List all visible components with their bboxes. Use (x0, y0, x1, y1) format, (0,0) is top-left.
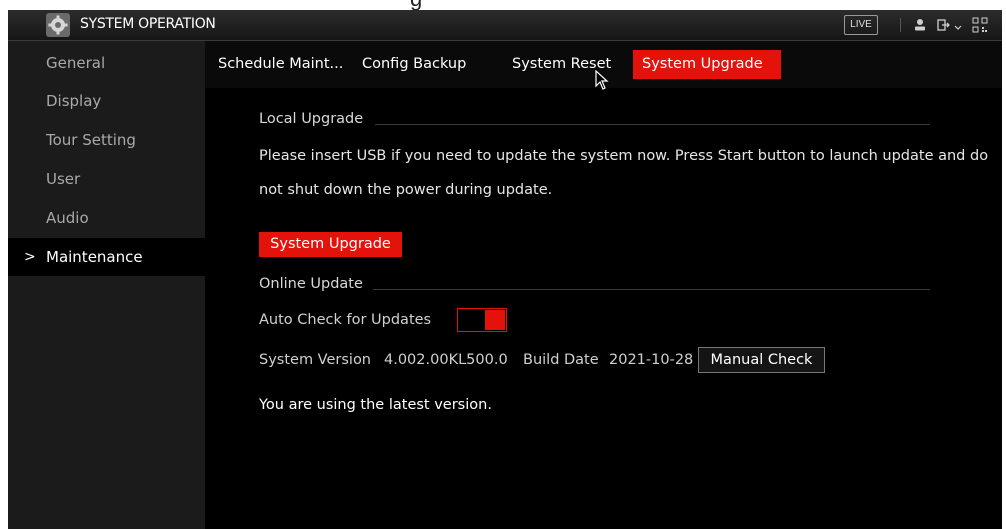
build-date-value: 2021-10-28 (609, 352, 694, 368)
manual-check-button[interactable]: Manual Check (698, 347, 825, 373)
sidebar-item-label: Tour Setting (46, 131, 136, 149)
window-title: SYSTEM OPERATION (80, 16, 216, 32)
auto-check-label: Auto Check for Updates (259, 312, 432, 328)
sidebar-item-maintenance[interactable]: > Maintenance (8, 238, 205, 276)
sidebar: General Display Tour Setting User Audio … (8, 41, 205, 529)
tab-system-upgrade[interactable]: System Upgrade (633, 50, 781, 79)
tab-config-backup[interactable]: Config Backup (353, 50, 475, 79)
auto-check-toggle[interactable] (457, 308, 507, 332)
system-upgrade-button[interactable]: System Upgrade (259, 232, 402, 257)
sidebar-item-label: User (46, 170, 81, 188)
live-button[interactable]: LIVE (844, 15, 878, 35)
system-upgrade-panel: Local Upgrade Please insert USB if you n… (205, 88, 1002, 529)
sidebar-item-label: General (46, 54, 106, 72)
section-divider (375, 124, 930, 125)
update-status-message: You are using the latest version. (259, 397, 492, 413)
local-upgrade-instructions-line-2: not shut down the power during update. (259, 182, 553, 198)
logout-icon[interactable] (936, 17, 952, 33)
build-date-label: Build Date (523, 352, 599, 368)
qr-code-icon[interactable] (972, 17, 988, 33)
local-upgrade-heading: Local Upgrade (259, 111, 364, 127)
tab-schedule-maintenance[interactable]: Schedule Maint... (209, 50, 352, 79)
chevron-down-icon[interactable] (954, 17, 962, 33)
sidebar-item-label: Display (46, 92, 102, 110)
sidebar-item-audio[interactable]: Audio (8, 199, 205, 237)
sidebar-item-label: Maintenance (46, 248, 143, 266)
local-upgrade-instructions-line-1: Please insert USB if you need to update … (259, 148, 989, 164)
sidebar-item-tour-setting[interactable]: Tour Setting (8, 121, 205, 159)
system-version-label: System Version (259, 352, 371, 368)
online-update-heading: Online Update (259, 276, 363, 292)
toggle-knob (485, 310, 505, 330)
mouse-cursor-icon (595, 70, 609, 90)
user-icon[interactable] (912, 17, 928, 33)
sidebar-item-general[interactable]: General (8, 44, 205, 82)
sidebar-item-display[interactable]: Display (8, 82, 205, 120)
toolbar-divider (900, 18, 901, 32)
gear-icon (46, 13, 70, 37)
chevron-right-icon: > (24, 249, 36, 265)
system-version-value: 4.002.00KL500.0 (384, 352, 508, 368)
section-divider (373, 289, 930, 290)
sidebar-item-user[interactable]: User (8, 160, 205, 198)
title-bar: SYSTEM OPERATION LIVE (8, 10, 1002, 41)
sidebar-item-label: Audio (46, 209, 89, 227)
system-operation-window: SYSTEM OPERATION LIVE General Display To… (8, 10, 1002, 529)
